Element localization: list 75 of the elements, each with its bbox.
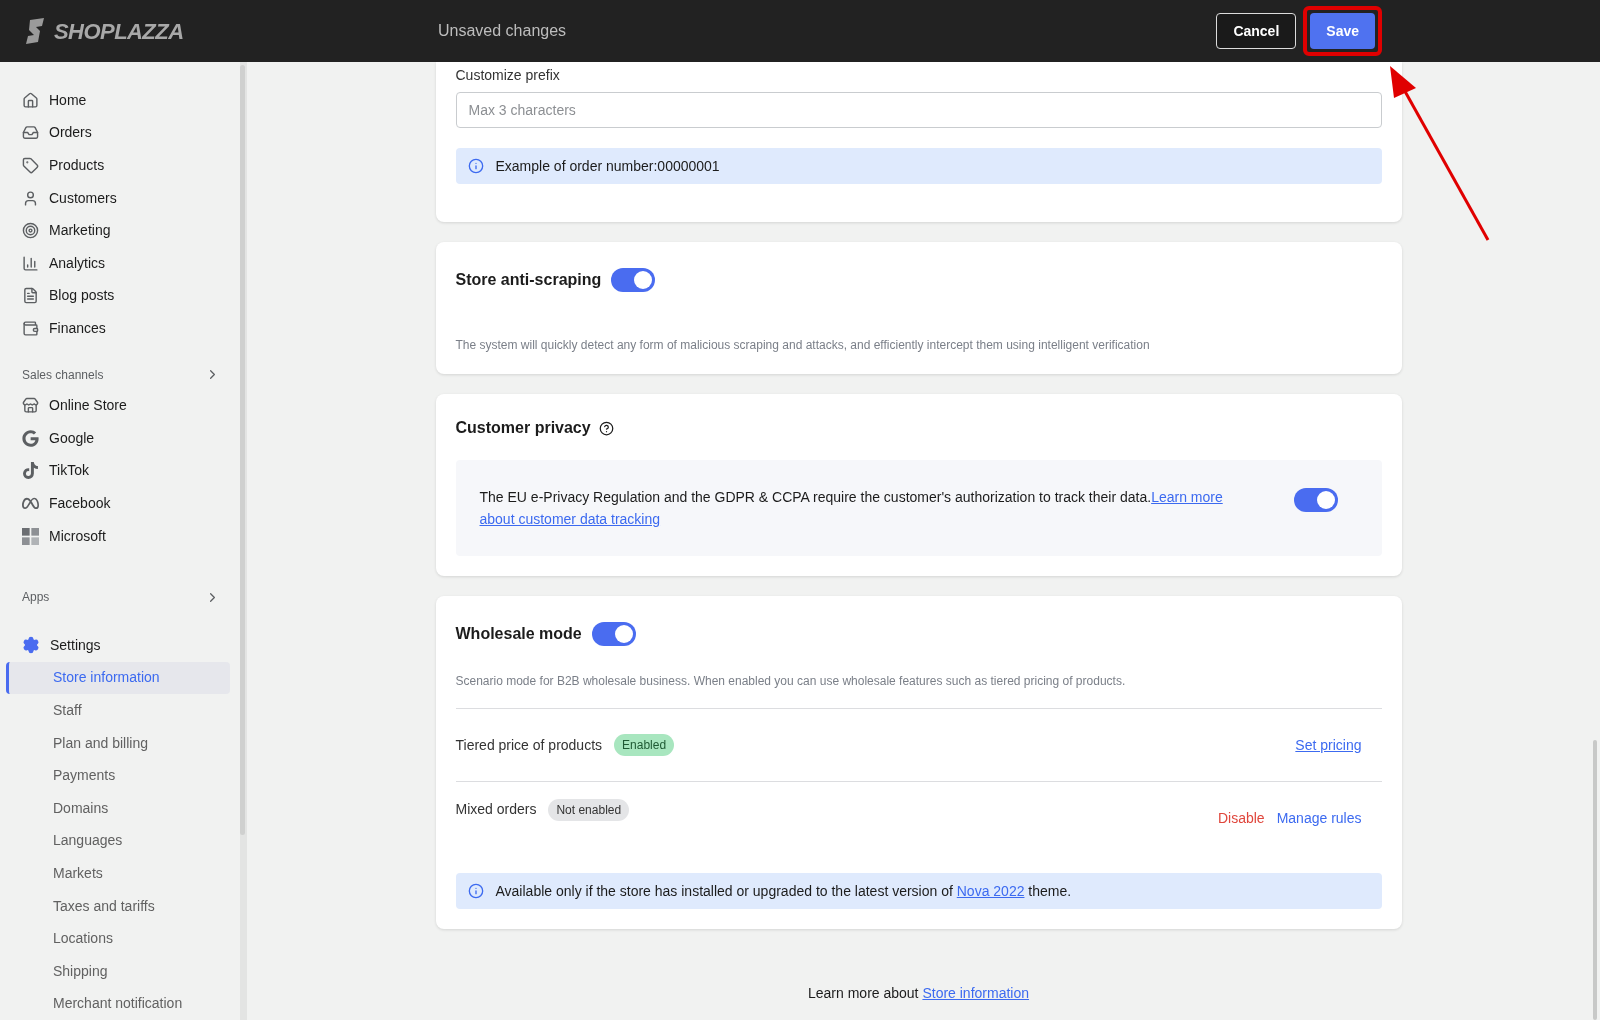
sidebar-scrollbar[interactable] (240, 65, 245, 835)
home-icon (22, 91, 39, 109)
info-icon (467, 158, 484, 174)
document-icon (22, 287, 39, 305)
cancel-button[interactable]: Cancel (1216, 13, 1297, 49)
save-button[interactable]: Save (1310, 13, 1375, 49)
store-information-link[interactable]: Store information (922, 985, 1029, 1001)
four-squares-icon (22, 527, 39, 545)
info-text: Example of order number:00000001 (495, 156, 720, 176)
bar-chart-icon (22, 254, 39, 272)
card-title: Store anti-scraping (455, 270, 602, 290)
nav-item[interactable]: Customers (22, 181, 232, 215)
settings-nav-item[interactable]: Languages (6, 824, 230, 858)
settings-nav-item[interactable]: Markets (6, 857, 230, 890)
nav-item[interactable]: Marketing (22, 214, 232, 247)
setting-label: Mixed orders (455, 800, 537, 819)
music-note-icon (22, 462, 39, 480)
nav-item[interactable]: Facebook (22, 487, 232, 520)
storefront-icon (22, 397, 39, 415)
setting-label: Tiered price of products (455, 735, 603, 755)
nav-item[interactable]: TikTok (22, 454, 232, 488)
nav-item[interactable]: Home (22, 84, 232, 117)
tray-icon (22, 124, 39, 142)
toggle-switch[interactable] (1293, 488, 1338, 512)
theme-link[interactable]: Nova 2022 (956, 882, 1025, 899)
card-title: Wholesale mode (455, 624, 582, 644)
status-badge: Not enabled (548, 799, 630, 821)
wallet-icon (22, 319, 39, 337)
card-title: Customer privacy (455, 418, 591, 438)
brand-logo: SHOPLAZZA (54, 17, 184, 46)
page-status: Unsaved changes (438, 21, 567, 41)
toggle-switch[interactable] (611, 268, 656, 292)
settings-nav-item[interactable]: Locations (6, 922, 230, 955)
nav-item[interactable]: Blog posts (22, 279, 232, 313)
section-heading: Sales channels (22, 366, 104, 384)
action-link[interactable]: Manage rules (1276, 808, 1362, 829)
tag-icon (22, 157, 39, 174)
info-icon (467, 883, 484, 899)
g-letter-icon (22, 429, 39, 447)
nav-item[interactable]: Finances (22, 312, 232, 345)
toggle-switch[interactable] (591, 622, 636, 646)
disable-link[interactable]: Disable (1217, 808, 1265, 829)
footer-text: Learn more about (808, 985, 919, 1001)
settings-nav-item[interactable]: Plan and billing (6, 726, 230, 760)
settings-nav-item[interactable]: Shipping (6, 954, 230, 988)
card-description: Scenario mode for B2B wholesale business. When enabled you can use wholesale features such as tiered pricing of products. (455, 672, 1382, 709)
logo-icon (24, 18, 46, 44)
nav-item[interactable]: Analytics (22, 246, 232, 280)
settings-nav-item[interactable]: Taxes and tariffs (6, 889, 230, 923)
nav-item[interactable]: Online Store (22, 389, 232, 422)
prefix-input[interactable]: Max 3 characters (455, 92, 1382, 128)
nav-item[interactable]: Orders (22, 116, 232, 150)
settings-nav-item[interactable]: Domains (6, 791, 230, 825)
page-scrollbar[interactable] (1593, 740, 1597, 1020)
card-description: The system will quickly detect any form of malicious scraping and attacks, and efficiently intercept them using intelligent verification (455, 337, 1151, 354)
privacy-text: The EU e-Privacy Regulation and the GDPR & CCPA require the customer's authorization to track their data.Learn more about customer data tracking (479, 488, 1224, 529)
nav-item[interactable]: Google (22, 421, 232, 455)
settings-nav-item[interactable]: Merchant notification (6, 987, 230, 1020)
info-text: Available only if the store has installed or upgraded to the latest version of Nova 2022 theme. (495, 881, 1072, 901)
field-label: Customize prefix (455, 66, 561, 85)
target-icon (22, 222, 39, 240)
learn-more-link[interactable]: Learn more (1151, 489, 1223, 505)
settings-icon (22, 636, 40, 655)
settings-nav-item[interactable]: Payments (6, 759, 230, 792)
nav-item[interactable]: Microsoft (22, 519, 232, 553)
settings-nav-item[interactable]: Store information (6, 661, 230, 695)
learn-more-link[interactable]: about customer data tracking (479, 511, 661, 527)
help-icon[interactable] (598, 420, 614, 436)
nav-item[interactable]: Products (22, 149, 232, 182)
section-heading: Apps (22, 589, 50, 607)
action-link[interactable]: Set pricing (1295, 734, 1362, 756)
settings-nav-item[interactable]: Staff (6, 694, 230, 727)
nav-item[interactable]: Settings (22, 628, 232, 662)
status-badge: Enabled (614, 734, 675, 756)
person-icon (22, 189, 39, 207)
